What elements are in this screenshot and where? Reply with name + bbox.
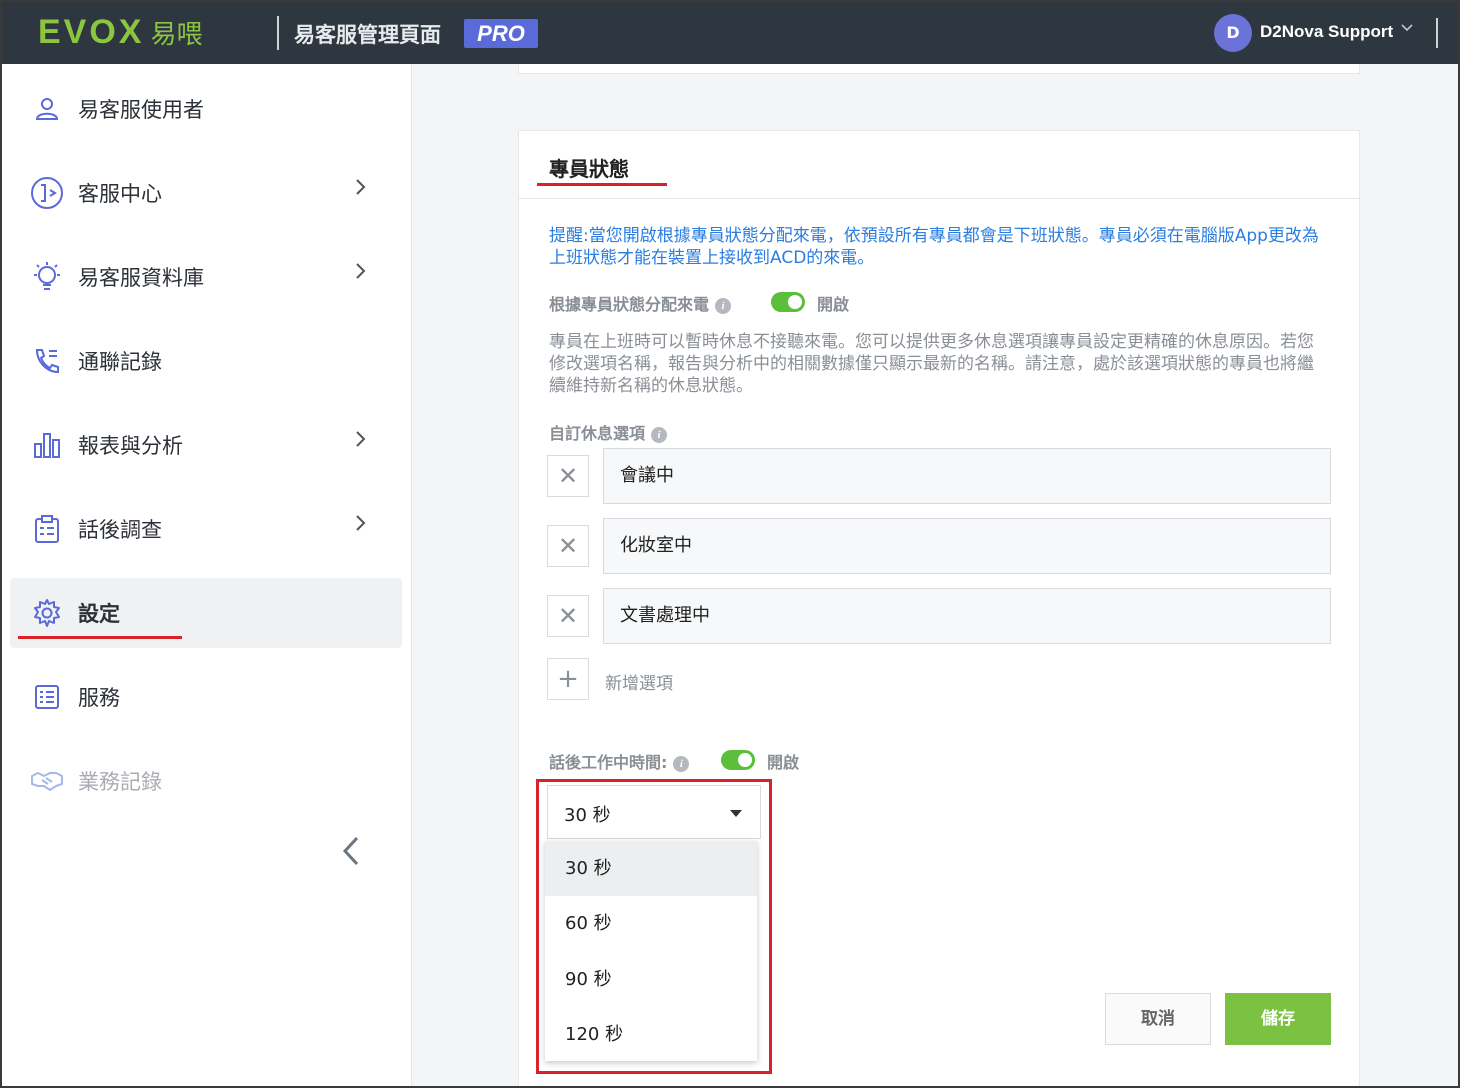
top-bar: EVOX 易喂 易客服管理頁面 PRO D D2Nova Support [2,2,1458,64]
save-button[interactable]: 儲存 [1225,993,1331,1045]
previous-card-edge [518,64,1360,74]
acw-row: 話後工作中時間: i [549,749,690,773]
assign-by-status-toggle[interactable] [771,292,805,312]
annotation-box-dropdown [536,779,772,1074]
header-divider-right [1436,18,1438,48]
assign-by-status-label: 根據專員狀態分配來電 [549,295,710,314]
call-center-icon [30,176,64,210]
assign-by-status-row: 根據專員狀態分配來電 i [549,291,732,315]
gear-icon [30,596,64,630]
description-text: 專員在上班時可以暫時休息不接聽來電。您可以提供更多休息選項讓專員設定更精確的休息… [549,332,1314,396]
annotation-underline-settings [18,636,182,639]
sidebar-item-label: 業務記錄 [78,770,162,794]
clipboard-icon [30,512,64,546]
header-divider [277,16,279,50]
handshake-icon [30,764,64,798]
acw-toggle[interactable] [721,750,755,770]
sidebar-item-label: 話後調查 [78,518,162,542]
chevron-right-icon [354,177,368,203]
bar-chart-icon [30,428,64,462]
sidebar-item-call-center[interactable]: 客服中心 [10,158,402,228]
remove-option-button[interactable]: ✕ [547,595,589,637]
sidebar-item-label: 設定 [78,602,120,626]
sidebar-item-business-log: 業務記錄 [10,746,402,816]
avatar[interactable]: D [1214,14,1252,52]
annotation-underline-title [537,183,667,186]
acw-toggle-label: 開啟 [767,753,800,772]
card-header: 專員狀態 [519,131,1361,199]
logo-cn-text: 易喂 [150,19,203,50]
phone-log-icon [30,344,64,378]
user-icon [30,92,64,126]
sidebar-item-knowledge-base[interactable]: 易客服資料庫 [10,242,402,312]
add-option-button[interactable]: + [547,658,589,700]
chevron-right-icon [354,429,368,455]
sidebar-item-services[interactable]: 服務 [10,662,402,732]
app-frame: EVOX 易喂 易客服管理頁面 PRO D D2Nova Support 易客服… [0,0,1460,1088]
acw-label: 話後工作中時間: [549,753,668,772]
chevron-right-icon [354,513,368,539]
hint-text: 提醒:當您開啟根據專員狀態分配來電，依預設所有專員都會是下班狀態。專員必須在電腦… [549,226,1319,268]
sidebar-item-users[interactable]: 易客服使用者 [10,74,402,144]
user-name[interactable]: D2Nova Support [1260,22,1393,42]
pro-badge: PRO [464,19,538,48]
info-icon[interactable]: i [715,297,732,314]
cancel-button[interactable]: 取消 [1105,993,1211,1045]
break-option-input[interactable]: 會議中 [603,448,1331,504]
sidebar-item-survey[interactable]: 話後調查 [10,494,402,564]
remove-option-button[interactable]: ✕ [547,525,589,567]
logo[interactable]: EVOX 易喂 [38,12,203,51]
main-content: 專員狀態 提醒:當您開啟根據專員狀態分配來電，依預設所有專員都會是下班狀態。專員… [412,64,1458,1086]
sidebar-item-call-log[interactable]: 通聯記錄 [10,326,402,396]
card-title: 專員狀態 [549,157,629,181]
assign-toggle-label: 開啟 [817,295,850,314]
logo-text: EVOX [38,12,145,51]
lightbulb-icon [30,260,64,294]
sidebar-item-label: 客服中心 [78,182,162,206]
sidebar-item-label: 易客服資料庫 [78,266,204,290]
add-option-label[interactable]: 新增選項 [605,669,673,694]
chevron-down-icon[interactable] [1400,20,1414,38]
sidebar: 易客服使用者 客服中心 易客服資料庫 通聯記錄 報表與分析 話後調查 設定 服務… [2,64,412,1086]
list-icon [30,680,64,714]
sidebar-item-label: 通聯記錄 [78,350,162,374]
custom-break-row: 自訂休息選項 i [549,420,668,444]
chevron-right-icon [354,261,368,287]
custom-break-label: 自訂休息選項 [549,424,646,443]
info-icon[interactable]: i [673,755,690,772]
sidebar-item-reports[interactable]: 報表與分析 [10,410,402,480]
sidebar-item-label: 服務 [78,686,120,710]
remove-option-button[interactable]: ✕ [547,455,589,497]
break-option-input[interactable]: 文書處理中 [603,588,1331,644]
sidebar-item-label: 易客服使用者 [78,98,204,122]
app-title: 易客服管理頁面 [294,23,441,47]
break-option-input[interactable]: 化妝室中 [603,518,1331,574]
collapse-sidebar-icon[interactable] [340,834,362,877]
info-icon[interactable]: i [651,426,668,443]
sidebar-item-label: 報表與分析 [78,434,183,458]
